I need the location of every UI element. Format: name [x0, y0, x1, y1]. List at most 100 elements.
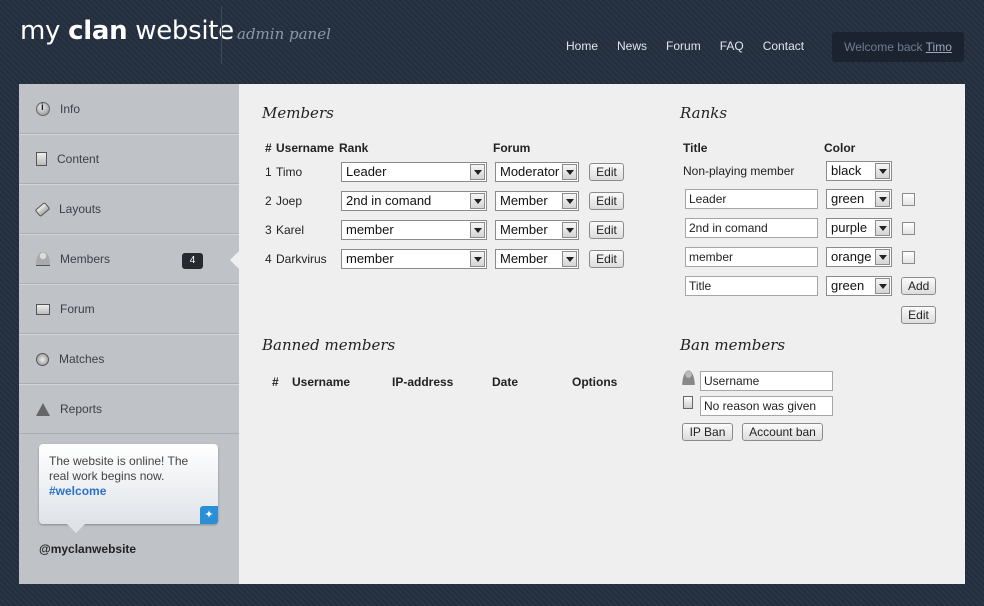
banned-header-options: Options — [572, 375, 618, 389]
account-ban-button[interactable]: Account ban — [742, 423, 823, 441]
new-rank-color-select[interactable]: green — [826, 276, 892, 296]
chevron-down-icon[interactable] — [470, 222, 485, 238]
sidebar-item-label: Reports — [60, 402, 103, 416]
nav-forum[interactable]: Forum — [666, 39, 701, 53]
tweet-arrow — [67, 524, 85, 533]
member-name: Joep — [276, 194, 303, 208]
rank-select-value: 2nd in comand — [346, 193, 432, 208]
forum-role-select[interactable]: Moderator — [495, 162, 579, 182]
ranks-header-title: Title — [683, 141, 708, 155]
forum-role-value: Member — [500, 251, 548, 266]
rank-select-value: member — [346, 222, 394, 237]
ranks-header-color: Color — [824, 141, 856, 155]
site-logo[interactable]: my clan website — [20, 16, 234, 46]
ban-username-input[interactable] — [700, 371, 833, 391]
panel-subtitle: admin panel — [237, 25, 331, 43]
sidebar-item-label: Forum — [60, 302, 95, 316]
rank-color-select[interactable]: orange — [826, 247, 892, 267]
rank-select[interactable]: member — [341, 220, 487, 240]
logo-bold: clan — [68, 16, 128, 46]
rank-checkbox[interactable] — [902, 251, 915, 264]
info-icon — [36, 101, 50, 116]
members-header-username: Username — [276, 141, 335, 155]
rank-select[interactable]: Leader — [341, 162, 487, 182]
medal-icon — [36, 352, 49, 366]
chevron-down-icon[interactable] — [875, 191, 890, 207]
nav-faq[interactable]: FAQ — [720, 39, 744, 53]
add-rank-button[interactable]: Add — [901, 277, 936, 295]
forum-role-value: Member — [500, 222, 548, 237]
sidebar-item-layouts[interactable]: Layouts — [19, 184, 239, 234]
chevron-down-icon[interactable] — [470, 164, 485, 180]
admin-panel: Info Content Layouts Members 4 Forum Mat… — [19, 84, 965, 584]
rank-select[interactable]: member — [341, 249, 487, 269]
ban-reason-input[interactable] — [700, 396, 833, 416]
member-name: Timo — [276, 165, 303, 179]
logo-post: website — [127, 16, 234, 46]
welcome-text: Welcome back — [844, 40, 926, 54]
member-num: 2 — [265, 194, 272, 208]
chevron-down-icon[interactable] — [875, 220, 890, 236]
edit-ranks-button[interactable]: Edit — [901, 306, 936, 324]
rank-title-input[interactable] — [685, 189, 818, 209]
chevron-down-icon[interactable] — [562, 193, 577, 209]
tweet-hashtag[interactable]: #welcome — [49, 484, 106, 498]
twitter-handle[interactable]: @myclanwebsite — [39, 542, 136, 556]
rank-color-select[interactable]: black — [826, 161, 892, 181]
members-header-num: # — [265, 141, 272, 155]
sidebar-item-forum[interactable]: Forum — [19, 284, 239, 334]
member-num: 3 — [265, 223, 272, 237]
rank-title-input[interactable] — [685, 218, 818, 238]
rank-checkbox[interactable] — [902, 222, 915, 235]
chevron-down-icon[interactable] — [875, 249, 890, 265]
chevron-down-icon[interactable] — [470, 193, 485, 209]
nav-home[interactable]: Home — [566, 39, 598, 53]
edit-member-button[interactable]: Edit — [589, 192, 624, 210]
forum-role-select[interactable]: Member — [495, 249, 579, 269]
sidebar-item-matches[interactable]: Matches — [19, 334, 239, 384]
chevron-down-icon[interactable] — [470, 251, 485, 267]
ban-members-title: Ban members — [680, 336, 786, 354]
twitter-icon[interactable]: ✦ — [200, 506, 218, 524]
tweet-bubble: The website is online! The real work beg… — [39, 444, 218, 533]
sidebar-item-reports[interactable]: Reports — [19, 384, 239, 434]
ip-ban-button[interactable]: IP Ban — [682, 423, 733, 441]
forum-role-select[interactable]: Member — [495, 191, 579, 211]
nav-news[interactable]: News — [617, 39, 647, 53]
rank-color-value: green — [831, 278, 865, 293]
banned-header-username: Username — [292, 375, 351, 389]
sidebar-item-info[interactable]: Info — [19, 84, 239, 134]
sidebar-item-label: Members — [60, 252, 111, 266]
forum-role-select[interactable]: Member — [495, 220, 579, 240]
rank-checkbox[interactable] — [902, 193, 915, 206]
user-icon — [36, 252, 50, 266]
sidebar-item-content[interactable]: Content — [19, 134, 239, 184]
members-header-rank: Rank — [339, 141, 369, 155]
welcome-user-link[interactable]: Timo — [926, 40, 952, 54]
chevron-down-icon[interactable] — [875, 163, 890, 179]
edit-member-button[interactable]: Edit — [589, 163, 624, 181]
rank-title-input[interactable] — [685, 247, 818, 267]
chevron-down-icon[interactable] — [562, 251, 577, 267]
sidebar-item-members[interactable]: Members 4 — [19, 234, 240, 284]
member-num: 1 — [265, 165, 272, 179]
sidebar-item-label: Info — [60, 101, 81, 116]
forum-role-value: Moderator — [500, 164, 560, 179]
members-title: Members — [262, 104, 334, 122]
new-rank-title-input[interactable] — [685, 276, 818, 296]
members-header-forum: Forum — [493, 141, 531, 155]
rank-color-select[interactable]: green — [826, 189, 892, 209]
edit-member-button[interactable]: Edit — [589, 250, 624, 268]
rank-color-select[interactable]: purple — [826, 218, 892, 238]
edit-member-button[interactable]: Edit — [589, 221, 624, 239]
rank-select[interactable]: 2nd in comand — [341, 191, 487, 211]
rank-color-value: black — [831, 163, 862, 178]
members-count-badge: 4 — [182, 253, 203, 269]
chevron-down-icon[interactable] — [562, 222, 577, 238]
rank-default-title: Non-playing member — [683, 164, 795, 178]
member-name: Darkvirus — [276, 252, 327, 266]
chevron-down-icon[interactable] — [562, 164, 577, 180]
forum-role-value: Member — [500, 193, 548, 208]
chevron-down-icon[interactable] — [875, 278, 890, 294]
nav-contact[interactable]: Contact — [763, 39, 804, 53]
